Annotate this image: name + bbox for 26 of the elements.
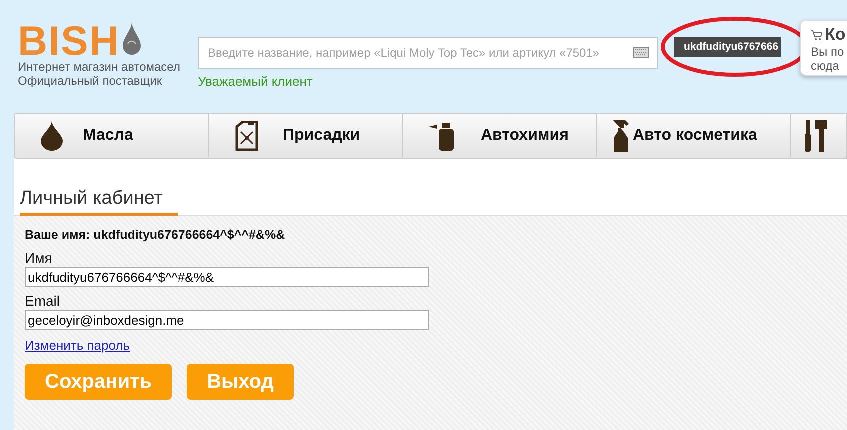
user-name-chip[interactable]: ukdfudityu6767666 — [674, 37, 781, 57]
tools-icon[interactable] — [803, 120, 829, 152]
drop-icon — [41, 121, 63, 151]
tagline: Интернет магазин автомасел — [18, 60, 182, 74]
change-password-link[interactable]: Изменить пароль — [25, 338, 130, 353]
spray-bottle-icon — [611, 120, 631, 152]
canister-icon — [235, 121, 261, 151]
nav-item[interactable]: Присадки — [209, 114, 403, 158]
nav-item[interactable]: Масла — [15, 114, 209, 158]
nav-item[interactable]: Автохимия — [403, 114, 597, 158]
drop-icon — [122, 22, 142, 56]
cart-title: Ко — [825, 25, 846, 45]
search-field[interactable]: Введите название, например «Liqui Moly Top Tec» или артикул «7501» — [198, 37, 658, 69]
input-field[interactable]: ukdfudityu676766664^$^^#&%& — [25, 267, 429, 287]
cart-icon — [811, 30, 822, 40]
field-label: Email — [25, 293, 62, 310]
greeting-text: Уважаемый клиент — [198, 74, 314, 89]
cart-text: Вы по — [811, 45, 846, 59]
your-name-text: Ваше имя: ukdfudityu676766664^$^^#&%& — [25, 228, 286, 242]
input-field[interactable]: geceloyir@inboxdesign.me — [25, 310, 429, 330]
cart-text: сюда — [811, 59, 840, 73]
cart-popup[interactable]: Ко Вы по сюда — [800, 20, 847, 76]
field-label: Имя — [25, 250, 54, 267]
tagline: Официальный поставщик — [18, 74, 164, 88]
nav-item[interactable]: Авто косметика — [597, 114, 791, 158]
keyboard-icon[interactable] — [633, 47, 649, 58]
